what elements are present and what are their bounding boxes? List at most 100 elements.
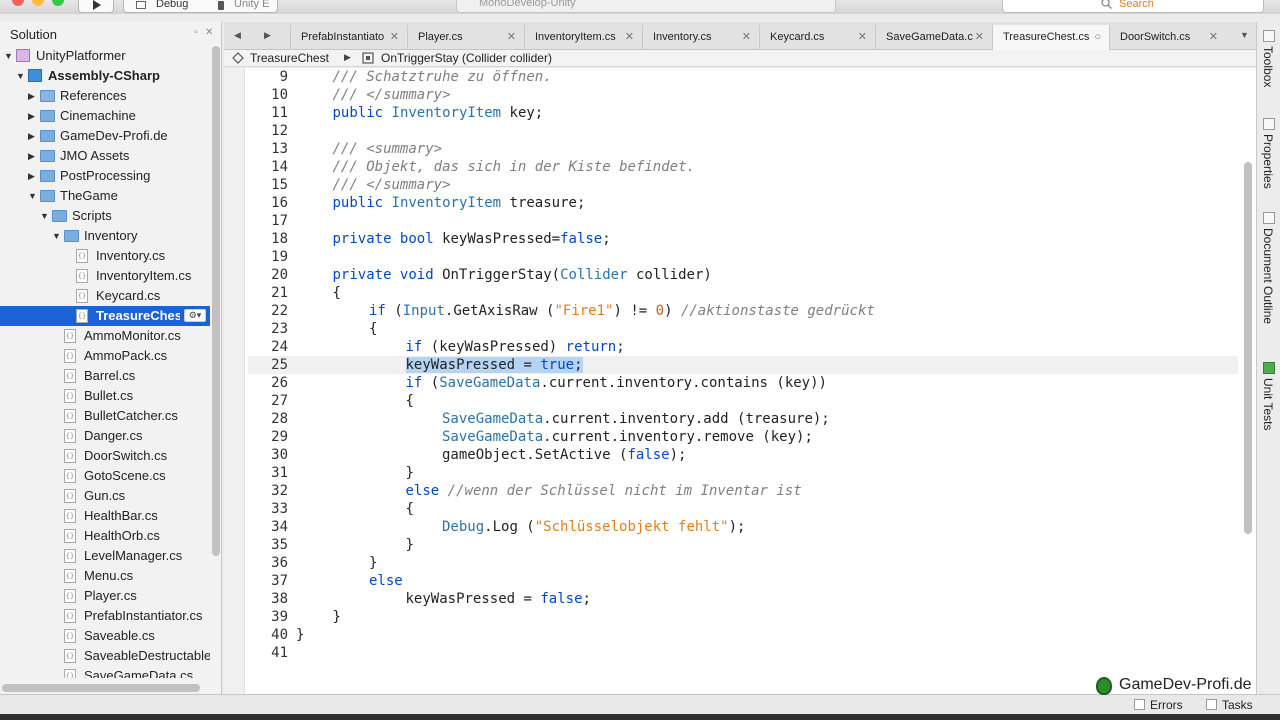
code-line[interactable]: 39} [248, 608, 1238, 626]
code-line[interactable]: 12 [248, 122, 1238, 140]
expanded-arrow-icon[interactable]: ▼ [40, 206, 49, 226]
tree-folder-item[interactable]: ▶ JMO Assets [0, 146, 210, 166]
tree-folder-item[interactable]: ▼ UnityPlatformer [0, 46, 210, 66]
code-line[interactable]: 33 { [248, 500, 1238, 518]
code-line[interactable]: 36} [248, 554, 1238, 572]
tab-back-arrow-icon[interactable]: ◀ [234, 30, 241, 41]
code-line[interactable]: 34 Debug.Log ("Schlüsselobjekt fehlt"); [248, 518, 1238, 536]
expanded-arrow-icon[interactable]: ▼ [52, 226, 61, 246]
maximize-window-button[interactable] [52, 0, 64, 6]
editor-tab[interactable]: Inventory.cs ✕ [642, 25, 759, 50]
tab-close-icon[interactable]: ✕ [507, 25, 516, 49]
tree-file-item[interactable]: {} Keycard.cs [0, 286, 210, 306]
tab-close-icon[interactable]: ✕ [1209, 25, 1218, 49]
run-button[interactable] [78, 0, 114, 13]
code-line[interactable]: 24 if (keyWasPressed) return; [248, 338, 1238, 356]
code-line[interactable]: 37 else [248, 572, 1238, 590]
code-editor[interactable]: 9 /// Schatztruhe zu öffnen. 10 /// </summa… [224, 68, 1256, 694]
code-line[interactable]: 27 { [248, 392, 1238, 410]
tree-folder-item[interactable]: ▶ PostProcessing [0, 166, 210, 186]
expanded-arrow-icon[interactable]: ▼ [16, 66, 25, 86]
editor-tab[interactable]: TreasureChest.cs ○ [992, 25, 1109, 50]
editor-tab[interactable]: Player.cs ✕ [407, 25, 524, 50]
editor-tab[interactable]: SaveGameData.c ✕ [875, 25, 992, 50]
breadcrumb-member[interactable]: OnTriggerStay (Collider collider) [381, 51, 552, 65]
collapsed-arrow-icon[interactable]: ▶ [28, 106, 35, 126]
collapsed-arrow-icon[interactable]: ▶ [28, 86, 35, 106]
code-line[interactable]: 25 keyWasPressed = true; [248, 356, 1238, 374]
minimize-window-button[interactable] [32, 0, 44, 6]
collapsed-arrow-icon[interactable]: ▶ [28, 166, 35, 186]
code-line[interactable]: 21 { [248, 284, 1238, 302]
tree-file-item[interactable]: {} SaveableDestructable [0, 646, 210, 666]
code-line[interactable]: 18 private bool keyWasPressed=false; [248, 230, 1238, 248]
tree-file-item[interactable]: {} DoorSwitch.cs [0, 446, 210, 466]
editor-tab[interactable]: PrefabInstantiato ✕ [290, 25, 407, 50]
breadcrumb-class[interactable]: TreasureChest [250, 51, 329, 65]
code-line[interactable]: 32 else //wenn der Schlüssel nicht im Inv… [248, 482, 1238, 500]
code-line[interactable]: 9 /// Schatztruhe zu öffnen. [248, 68, 1238, 86]
tree-file-item[interactable]: {} Barrel.cs [0, 366, 210, 386]
tab-forward-arrow-icon[interactable]: ▶ [264, 30, 271, 41]
code-line[interactable]: 29 SaveGameData.current.inventory.remove … [248, 428, 1238, 446]
tab-close-icon[interactable]: ✕ [390, 25, 399, 49]
editor-tab[interactable]: Keycard.cs ✕ [759, 25, 875, 50]
tree-file-item[interactable]: {} TreasureChest.cs ⚙▾ [0, 306, 210, 326]
restore-panel-icon[interactable]: ▫ [194, 27, 198, 38]
editor-tab[interactable]: DoorSwitch.cs ✕ [1109, 25, 1226, 50]
code-line[interactable]: 10 /// </summary> [248, 86, 1238, 104]
tree-file-item[interactable]: {} HealthBar.cs [0, 506, 210, 526]
tree-file-item[interactable]: {} Gun.cs [0, 486, 210, 506]
solution-horizontal-scrollbar[interactable] [2, 684, 200, 692]
tree-file-item[interactable]: {} BulletCatcher.cs [0, 406, 210, 426]
tree-file-item[interactable]: {} InventoryItem.cs [0, 266, 210, 286]
close-panel-icon[interactable]: ✕ [205, 27, 213, 38]
tree-file-item[interactable]: {} AmmoMonitor.cs [0, 326, 210, 346]
close-window-button[interactable] [12, 0, 24, 6]
tree-folder-item[interactable]: ▶ Cinemachine [0, 106, 210, 126]
code-line[interactable]: 17 [248, 212, 1238, 230]
editor-tab[interactable]: InventoryItem.cs ✕ [524, 25, 642, 50]
tree-folder-item[interactable]: ▶ References [0, 86, 210, 106]
code-line[interactable]: 16 public InventoryItem treasure; [248, 194, 1238, 212]
tree-file-item[interactable]: {} Inventory.cs [0, 246, 210, 266]
code-line[interactable]: 15 /// </summary> [248, 176, 1238, 194]
search-input[interactable]: Search [1002, 0, 1264, 13]
errors-pad-button[interactable]: Errors [1134, 698, 1183, 713]
tab-close-icon[interactable]: ✕ [975, 25, 984, 49]
code-line[interactable]: 41 [248, 644, 1238, 662]
code-line[interactable]: 23 { [248, 320, 1238, 338]
tab-modified-icon[interactable]: ○ [1094, 25, 1101, 49]
tree-file-item[interactable]: {} Danger.cs [0, 426, 210, 446]
code-line[interactable]: 20 private void OnTriggerStay(Collider co… [248, 266, 1238, 284]
code-line[interactable]: 26 if (SaveGameData.current.inventory.con… [248, 374, 1238, 392]
code-line[interactable]: 22 if (Input.GetAxisRaw ("Fire1") != 0) /… [248, 302, 1238, 320]
collapsed-arrow-icon[interactable]: ▶ [28, 146, 35, 166]
tree-folder-item[interactable]: ▶ GameDev-Profi.de [0, 126, 210, 146]
tree-file-item[interactable]: {} Saveable.cs [0, 626, 210, 646]
build-configuration-selector[interactable]: Debug Unity E [123, 0, 278, 13]
code-line[interactable]: 14 /// Objekt, das sich in der Kiste befi… [248, 158, 1238, 176]
collapsed-arrow-icon[interactable]: ▶ [28, 126, 35, 146]
tree-file-item[interactable]: {} LevelManager.cs [0, 546, 210, 566]
item-options-gear-icon[interactable]: ⚙▾ [184, 309, 206, 322]
tree-file-item[interactable]: {} AmmoPack.cs [0, 346, 210, 366]
expanded-arrow-icon[interactable]: ▼ [28, 186, 37, 206]
tree-file-item[interactable]: {} Menu.cs [0, 566, 210, 586]
tree-file-item[interactable]: {} HealthOrb.cs [0, 526, 210, 546]
tab-close-icon[interactable]: ✕ [625, 25, 634, 49]
tab-close-icon[interactable]: ✕ [858, 25, 867, 49]
code-line[interactable]: 30 gameObject.SetActive (false); [248, 446, 1238, 464]
tree-file-item[interactable]: {} Player.cs [0, 586, 210, 606]
code-line[interactable]: 31} [248, 464, 1238, 482]
tree-file-item[interactable]: {} Bullet.cs [0, 386, 210, 406]
tree-folder-item[interactable]: ▼ Inventory [0, 226, 210, 246]
tree-file-item[interactable]: {} PrefabInstantiator.cs [0, 606, 210, 626]
tab-overflow-icon[interactable]: ▼ [1240, 30, 1249, 40]
tree-folder-item[interactable]: ▼ TheGame [0, 186, 210, 206]
tree-folder-item[interactable]: ▼ Assembly-CSharp [0, 66, 210, 86]
solution-vertical-scrollbar[interactable] [212, 46, 220, 556]
code-line[interactable]: 35} [248, 536, 1238, 554]
tree-folder-item[interactable]: ▼ Scripts [0, 206, 210, 226]
tab-close-icon[interactable]: ✕ [742, 25, 751, 49]
